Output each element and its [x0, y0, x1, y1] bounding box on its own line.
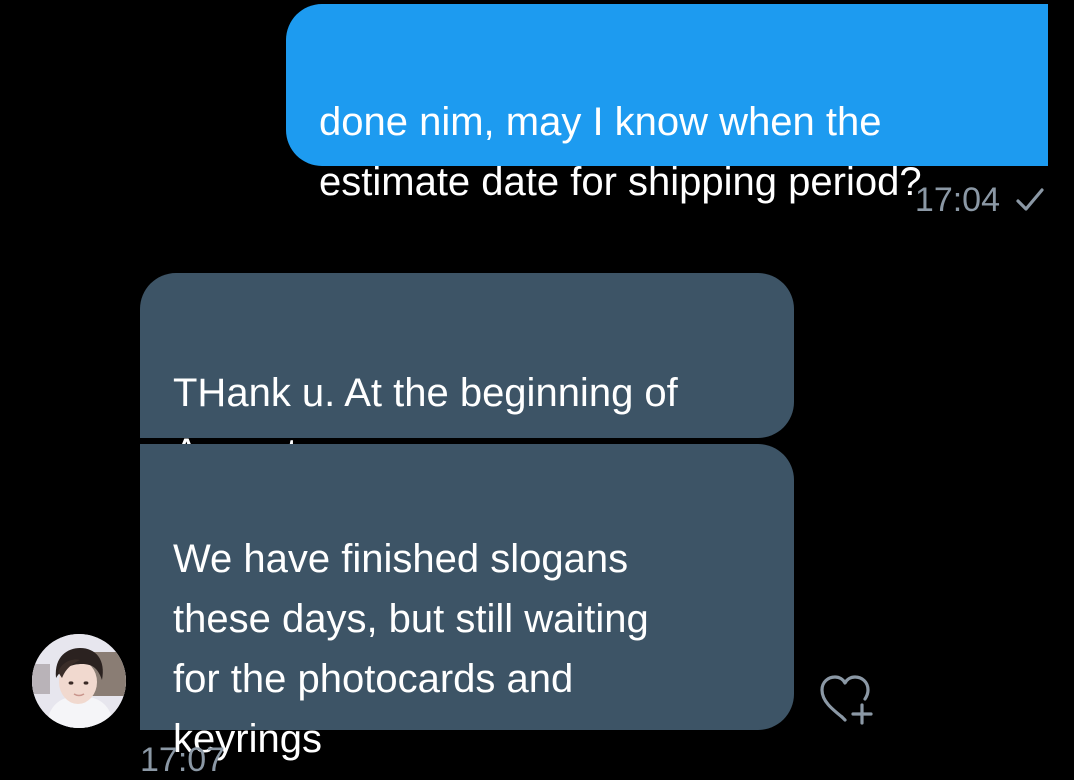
received-message-text: We have finished slogans these days, but…	[173, 537, 649, 761]
received-message-time: 17:07	[140, 741, 226, 779]
checkmark-icon	[1016, 188, 1044, 211]
received-message-bubble[interactable]: THank u. At the beginning of August~	[140, 273, 794, 475]
add-reaction-button[interactable]	[818, 673, 880, 727]
avatar[interactable]	[32, 634, 126, 728]
sent-message-meta: 17:04	[915, 178, 1046, 222]
avatar-image	[32, 634, 126, 728]
sent-message-time: 17:04	[914, 180, 1000, 219]
sent-message-text: done nim, may I know when the estimate d…	[319, 100, 922, 204]
sent-message-bubble[interactable]: done nim, may I know when the estimate d…	[286, 4, 1048, 204]
received-message-bubble[interactable]: We have finished slogans these days, but…	[140, 444, 794, 761]
heart-plus-icon	[820, 675, 873, 725]
